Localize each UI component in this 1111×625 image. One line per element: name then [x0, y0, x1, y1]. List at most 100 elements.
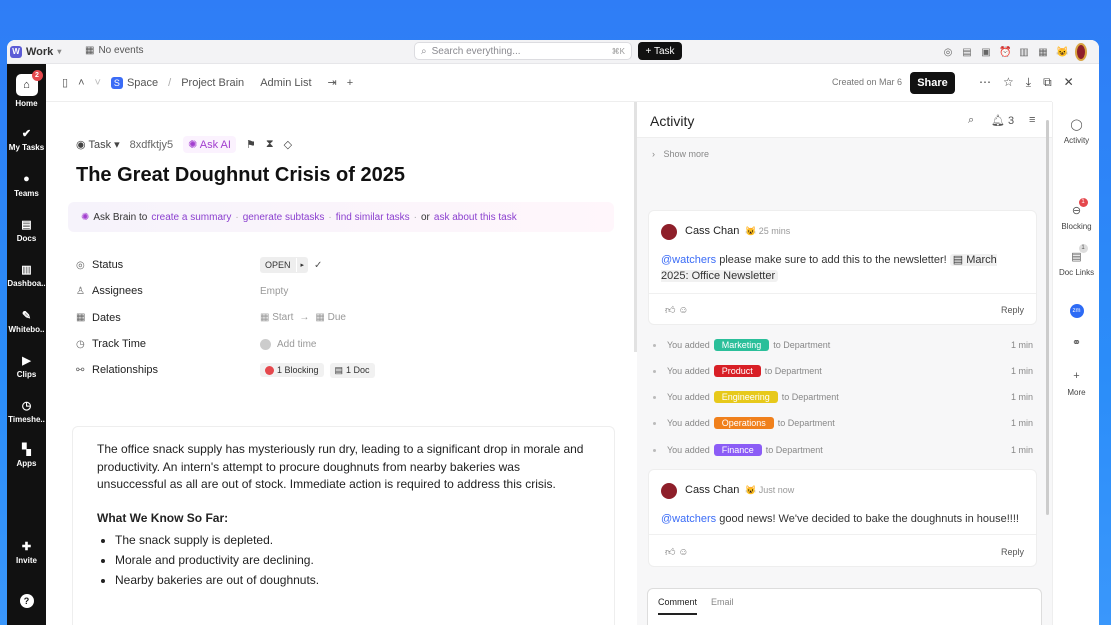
cat-emoji-icon[interactable]: 😺	[1056, 47, 1068, 58]
more-icon[interactable]: ⋯	[979, 75, 991, 90]
emoji-icon[interactable]: ☺	[678, 305, 688, 316]
tab-email[interactable]: Email	[711, 597, 734, 615]
complete-check-icon[interactable]: ✓	[314, 260, 322, 271]
help-button[interactable]: ?	[7, 594, 46, 611]
avatar[interactable]	[661, 483, 677, 499]
like-icon[interactable]: 👍︎	[665, 305, 675, 316]
rail-timesheets[interactable]: ◷ Timeshe..	[7, 398, 46, 425]
tab-comment[interactable]: Comment	[658, 597, 698, 615]
rail-invite[interactable]: ✚ Invite	[7, 539, 46, 566]
task-type-dropdown[interactable]: ◉ Task ▾	[76, 138, 120, 151]
department-tag[interactable]: Operations	[713, 417, 774, 429]
filter-icon[interactable]: ≡	[1029, 114, 1035, 126]
flag-icon[interactable]: ⚑	[246, 138, 256, 151]
events-indicator[interactable]: ▦ No events	[85, 45, 143, 56]
chevron-up-icon[interactable]: ˄	[78, 77, 84, 89]
task-description[interactable]: The office snack supply has mysteriously…	[72, 426, 615, 625]
brain-ask-link[interactable]: ask about this task	[434, 212, 517, 223]
composer-tabs: Comment Email	[658, 597, 734, 615]
sidebar-item-blocking[interactable]: ⊖ 1 Blocking	[1053, 198, 1099, 231]
doc-icon[interactable]: ▥	[1018, 47, 1030, 58]
user-avatar[interactable]	[1075, 43, 1087, 61]
star-icon[interactable]: ☆	[1003, 75, 1014, 90]
next-status-icon[interactable]: ▸	[295, 258, 309, 273]
comment-author[interactable]: Cass Chan	[685, 225, 739, 237]
rail-clips[interactable]: ▶ Clips	[7, 353, 46, 380]
close-icon[interactable]: ✕	[1064, 75, 1074, 90]
task-detail: ◉ Task ▾ 8xdfktjy5 ✺ Ask AI ⚑ ⧗ ◇ The Gr…	[46, 102, 634, 625]
show-more-link[interactable]: › Show more	[652, 149, 709, 159]
sidebar-item-link[interactable]: ⚭	[1053, 336, 1099, 354]
department-tag[interactable]: Marketing	[713, 339, 770, 351]
chevron-down-icon[interactable]: ˅	[95, 77, 101, 89]
hourglass-icon[interactable]: ⧗	[266, 138, 274, 151]
task-id[interactable]: 8xdfktjy5	[130, 139, 173, 151]
page-title[interactable]: The Great Doughnut Crisis of 2025	[76, 164, 405, 187]
alarm-icon[interactable]: ⏰	[999, 47, 1011, 58]
rail-dashboards[interactable]: ▥ Dashboa..	[7, 262, 46, 289]
reaction-buttons[interactable]: 👍︎ ☺	[665, 304, 688, 316]
reply-button[interactable]: Reply	[1001, 547, 1024, 557]
plus-icon[interactable]: +	[347, 77, 353, 89]
rail-apps[interactable]: ▚ Apps	[7, 442, 46, 469]
check-circle-icon[interactable]: ◎	[942, 47, 954, 58]
move-icon[interactable]: ⇥	[328, 76, 337, 89]
status-row: ◎ Status OPEN ▸ ✓	[76, 252, 596, 278]
due-date[interactable]: ▦ Due	[315, 312, 346, 323]
new-task-button[interactable]: + Task	[638, 42, 682, 60]
doc-icon: ▤	[334, 364, 344, 375]
expand-icon[interactable]: ⧉	[1043, 75, 1052, 90]
workspace-switcher[interactable]: W Work ▾	[10, 45, 61, 58]
search-placeholder: Search everything...	[431, 45, 521, 57]
cat-emoji-icon: 😺	[745, 485, 757, 495]
sidebar-item-activity[interactable]: ◯ Activity	[1053, 118, 1099, 145]
rail-my-tasks[interactable]: ✔ My Tasks	[7, 126, 46, 153]
brain-subtasks-link[interactable]: generate subtasks	[243, 212, 325, 223]
mention[interactable]: @watchers	[661, 254, 716, 266]
search-icon[interactable]: ⌕	[968, 114, 974, 127]
add-time-button[interactable]: Add time	[260, 338, 316, 350]
rail-docs[interactable]: ▤ Docs	[7, 217, 46, 244]
rail-teams[interactable]: ● Teams	[7, 172, 46, 198]
track-time-label: Track Time	[92, 338, 146, 351]
status-badge[interactable]: OPEN ▸	[260, 257, 309, 274]
start-date[interactable]: ▦ Start	[260, 312, 293, 323]
tag-icon[interactable]: ◇	[284, 138, 292, 151]
rail-label: Invite	[16, 556, 37, 565]
search-bar[interactable]: ⌕ Search everything... ⌘K	[414, 42, 632, 60]
comment-author[interactable]: Cass Chan	[685, 484, 739, 496]
share-button[interactable]: Share	[910, 72, 955, 94]
reply-button[interactable]: Reply	[1001, 305, 1024, 315]
department-tag[interactable]: Engineering	[713, 391, 778, 403]
video-icon[interactable]: ▣	[980, 47, 992, 58]
mention[interactable]: @watchers	[661, 513, 716, 525]
grid-icon[interactable]: ▦	[1037, 47, 1049, 58]
sidebar-item-doclinks[interactable]: ▤ 1 Doc Links	[1053, 244, 1099, 277]
sidebar-item-zoom[interactable]: zm	[1053, 304, 1099, 318]
sidebar-toggle-icon[interactable]: ▯	[62, 76, 68, 89]
emoji-icon[interactable]: ☺	[678, 547, 688, 558]
breadcrumb-project[interactable]: Project Brain	[181, 77, 244, 89]
breadcrumb-space[interactable]: S Space	[110, 76, 158, 89]
department-tag[interactable]: Product	[713, 365, 761, 377]
reaction-buttons[interactable]: 👍︎ ☺	[665, 546, 688, 558]
breadcrumb-list[interactable]: Admin List	[260, 77, 311, 89]
doc-chip[interactable]: ▤ 1 Doc	[329, 362, 375, 378]
sidebar-item-more[interactable]: + More	[1053, 370, 1099, 397]
activity-scrollbar[interactable]	[1046, 120, 1049, 515]
avatar[interactable]	[661, 224, 677, 240]
ask-ai-button[interactable]: ✺ Ask AI	[183, 136, 236, 153]
brain-similar-link[interactable]: find similar tasks	[336, 212, 410, 223]
rail-whiteboards[interactable]: ✎ Whitebo..	[7, 308, 46, 335]
bell-icon[interactable]: 🔔︎ 3	[991, 114, 1014, 127]
assignees-value[interactable]: Empty	[260, 286, 288, 297]
activity-panel: Activity ⌕ 🔔︎ 3 ≡ › Show more Cass Chan …	[637, 102, 1052, 625]
like-icon[interactable]: 👍︎	[665, 547, 675, 558]
notepad-icon[interactable]: ▤	[961, 47, 973, 58]
brain-summary-link[interactable]: create a summary	[151, 212, 231, 223]
blocking-chip[interactable]: 1 Blocking	[260, 363, 324, 378]
department-tag[interactable]: Finance	[713, 444, 762, 456]
download-icon[interactable]: ⤓	[1026, 75, 1031, 90]
rail-home[interactable]: ⌂ 2 Home	[7, 70, 46, 108]
blocking-label: 1 Blocking	[277, 365, 319, 376]
